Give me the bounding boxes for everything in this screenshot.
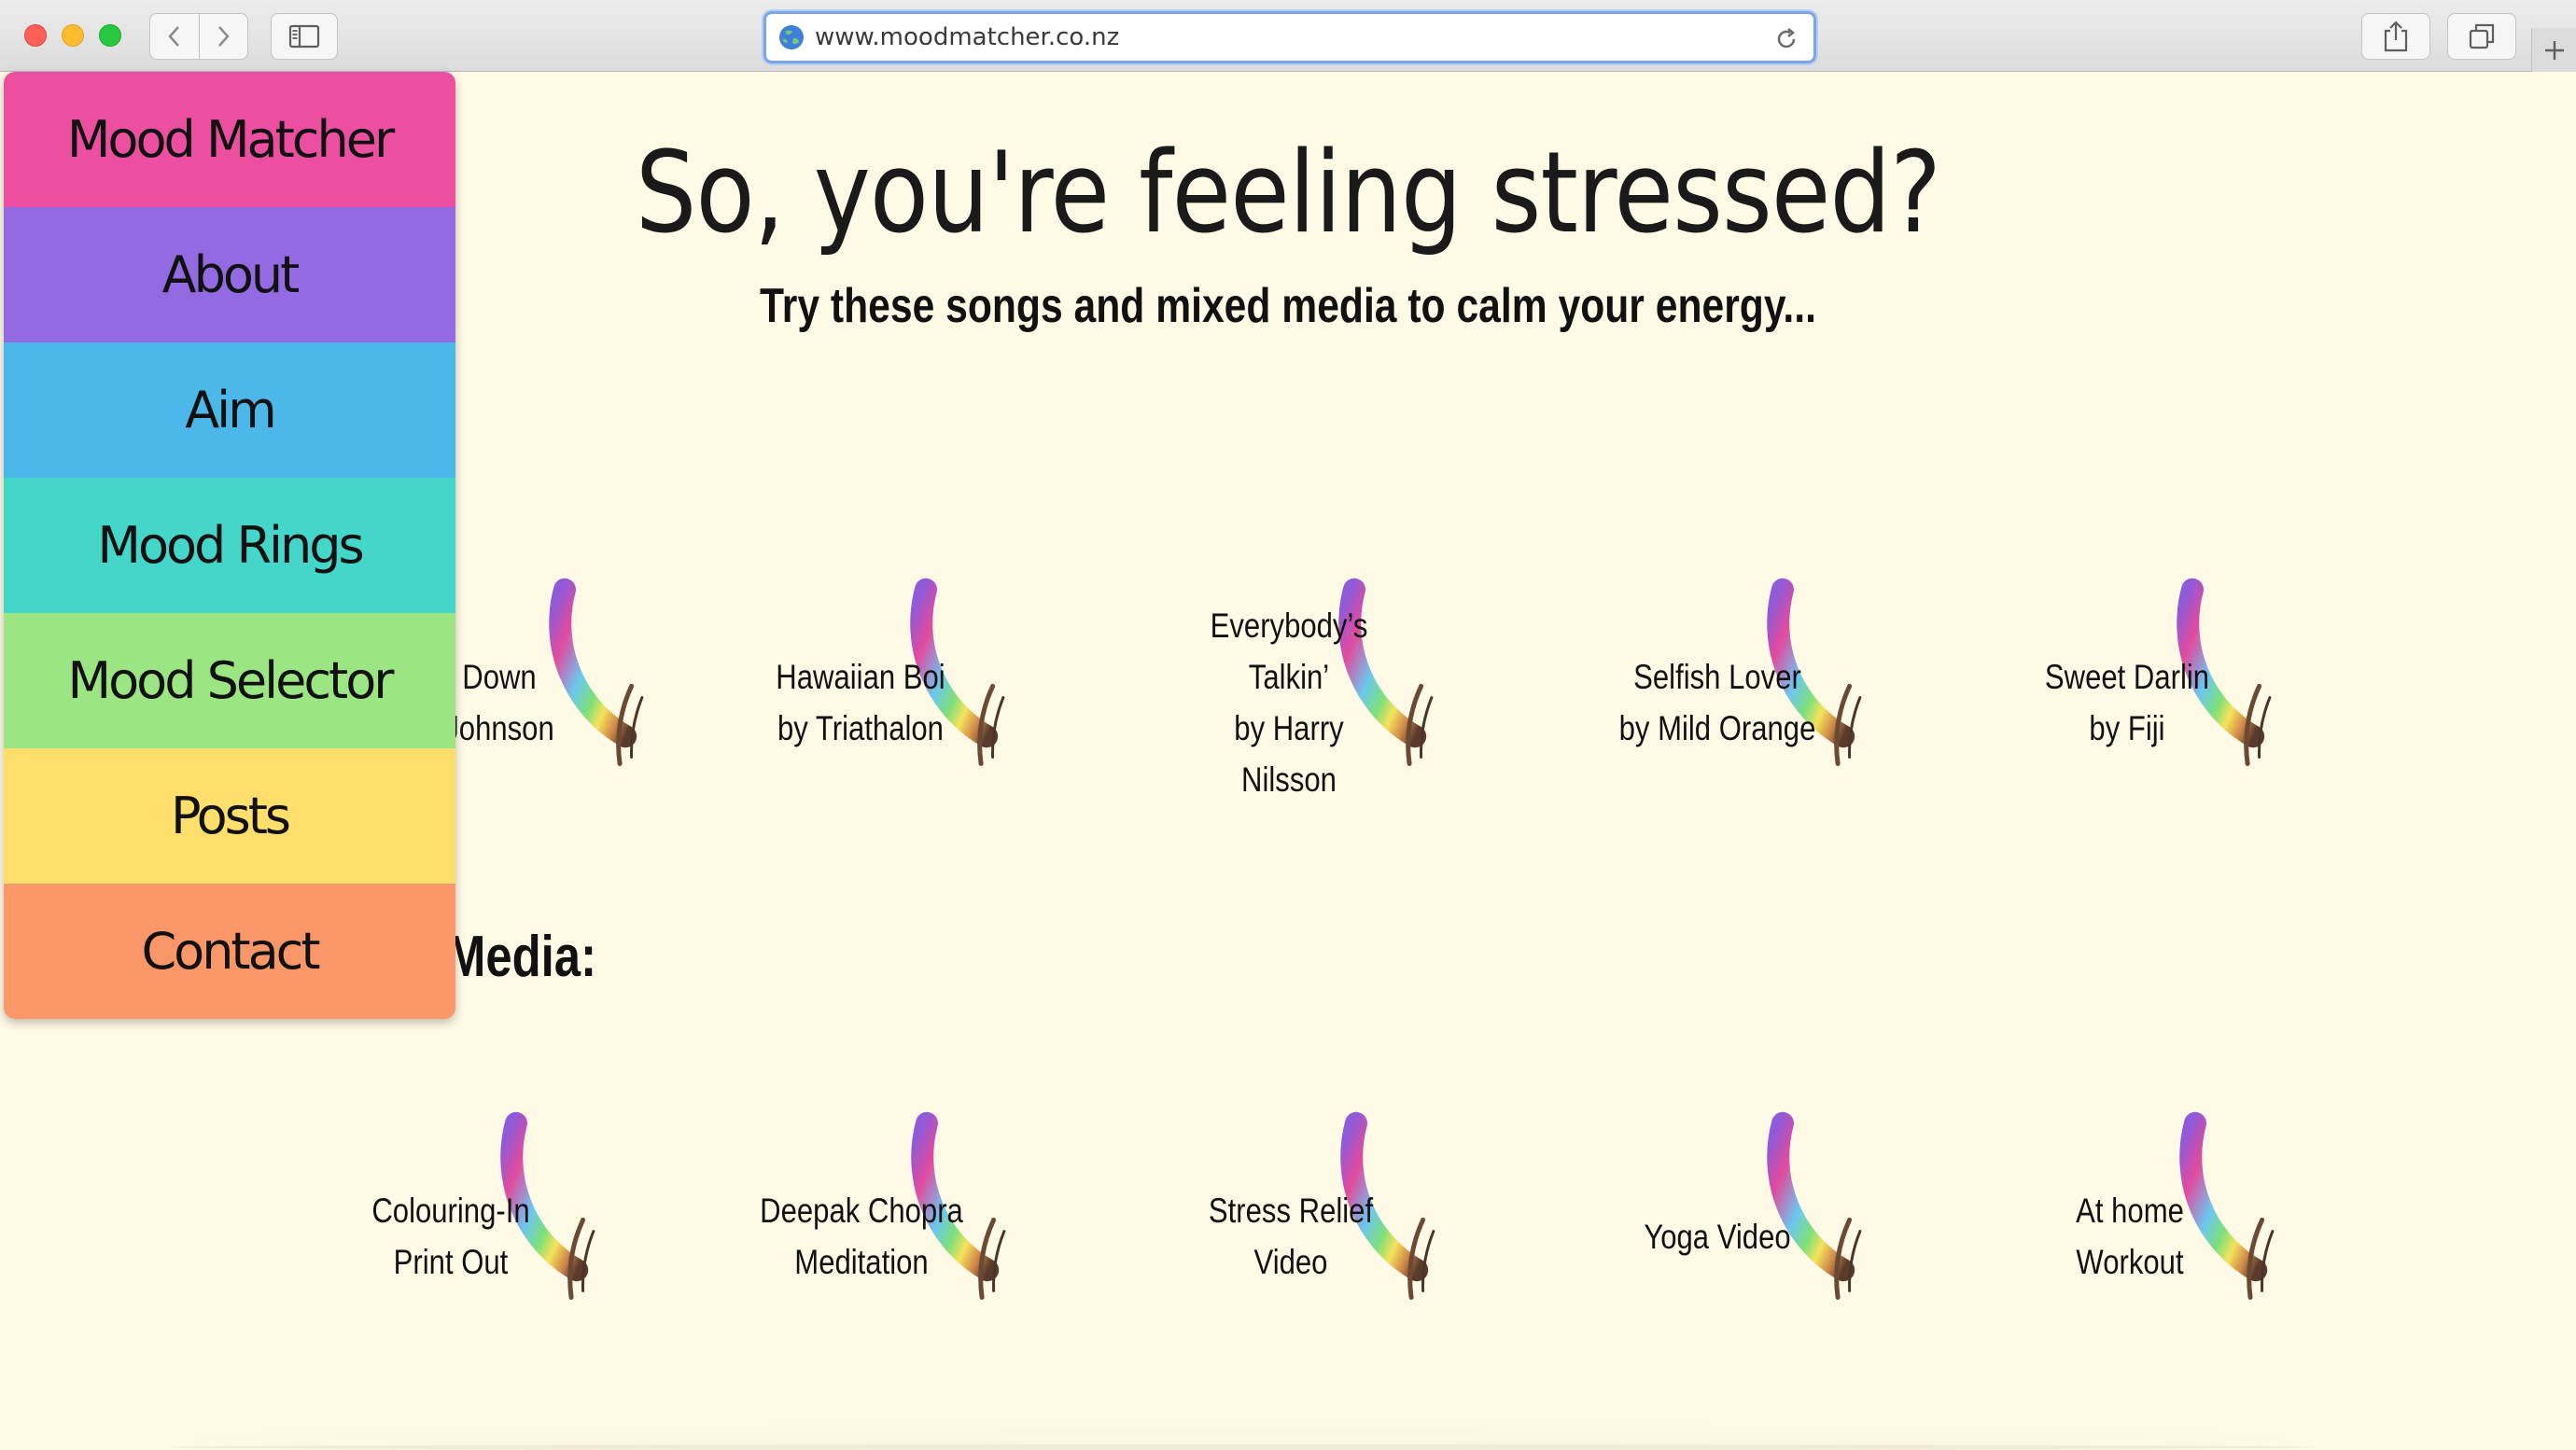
ring-label-line2: Video	[1253, 1243, 1328, 1281]
menu-item-mood-rings[interactable]: Mood Rings	[4, 478, 455, 613]
back-icon	[168, 26, 179, 47]
song-ring-5[interactable]: Sweet Darlin by Fiji	[1973, 549, 2281, 857]
ring-label: Selfish Lover by Mild Orange	[1612, 549, 1824, 857]
ring-label: Yoga Video	[1612, 1082, 1824, 1390]
ring-label-line1: Colouring-In	[371, 1192, 530, 1230]
ring-label-line1: At home	[2076, 1192, 2184, 1230]
ring-label: Hawaiian Boi by Triathalon	[755, 549, 967, 857]
ring-label: Sweet Darlin by Fiji	[2022, 549, 2233, 857]
menu-item-aim[interactable]: Aim	[4, 342, 455, 478]
forward-icon	[218, 26, 230, 47]
tabs-icon	[2469, 23, 2495, 49]
ring-label-line2: Johnson	[444, 709, 554, 747]
forward-button[interactable]	[198, 14, 248, 59]
ring-label-line1: Selfish Lover	[1633, 658, 1801, 696]
ring-label: Colouring-In Print Out	[345, 1082, 557, 1390]
ring-label-line2: by Fiji	[2089, 709, 2165, 747]
zoom-window-button[interactable]	[99, 24, 121, 47]
ring-label: Stress Relief Video	[1185, 1082, 1397, 1390]
share-icon	[2384, 21, 2408, 52]
ring-label-line2: Meditation	[794, 1243, 929, 1281]
reload-icon[interactable]	[1772, 25, 1800, 53]
back-button[interactable]	[150, 14, 199, 59]
ring-label-line2: Print Out	[393, 1243, 509, 1281]
ring-label-line1: Sweet Darlin	[2044, 658, 2210, 696]
menu-item-about[interactable]: About	[4, 207, 455, 342]
media-ring-4[interactable]: Yoga Video	[1563, 1082, 1871, 1390]
ring-label: Everybody’s Talkin’ by Harry Nilsson	[1183, 549, 1395, 857]
ring-label-line1: Yoga Video	[1644, 1217, 1791, 1256]
media-ring-1[interactable]: Colouring-In Print Out	[297, 1082, 605, 1390]
ring-label: Deepak Chopra Meditation	[756, 1082, 968, 1390]
tabs-overview-button[interactable]	[2447, 13, 2516, 60]
media-ring-2[interactable]: Deepak Chopra Meditation	[707, 1082, 1015, 1390]
page-title: So, you're feeling stressed?	[635, 129, 1941, 258]
ring-label-line1: Deepak Chopra	[760, 1192, 963, 1230]
address-bar[interactable]: www.moodmatcher.co.nz	[763, 11, 1816, 63]
url-text: www.moodmatcher.co.nz	[815, 23, 1120, 51]
song-ring-4[interactable]: Selfish Lover by Mild Orange	[1563, 549, 1871, 857]
song-ring-3[interactable]: Everybody’s Talkin’ by Harry Nilsson	[1135, 549, 1443, 857]
menu-item-mood-matcher[interactable]: Mood Matcher	[4, 72, 455, 207]
side-menu: Mood Matcher About Aim Mood Rings Mood Selec…	[4, 72, 455, 1019]
media-ring-3[interactable]: Stress Relief Video	[1137, 1082, 1445, 1390]
menu-item-contact[interactable]: Contact	[4, 884, 455, 1019]
ring-label: At home Workout	[2024, 1082, 2236, 1390]
page-bottom-shadow	[168, 1444, 2315, 1450]
media-section-label: Media:	[446, 925, 597, 989]
ring-label-line1: Down	[462, 658, 537, 696]
browser-toolbar: www.moodmatcher.co.nz	[0, 0, 2576, 72]
sidebar-icon	[288, 24, 320, 49]
ring-label-line1: Stress Relief	[1208, 1192, 1374, 1230]
ring-label-line2: by Triathalon	[777, 709, 944, 747]
plus-icon	[2544, 40, 2564, 60]
ring-label-line1: Hawaiian Boi	[776, 658, 945, 696]
menu-item-mood-selector[interactable]: Mood Selector	[4, 613, 455, 748]
new-tab-button[interactable]	[2531, 28, 2576, 72]
page-subtitle: Try these songs and mixed media to calm …	[760, 279, 1816, 333]
menu-item-posts[interactable]: Posts	[4, 748, 455, 884]
globe-icon	[779, 25, 804, 49]
song-ring-2[interactable]: Hawaiian Boi by Triathalon	[707, 549, 1015, 857]
ring-label-line1: Everybody’s Talkin’	[1210, 606, 1368, 696]
ring-label-line2: by Mild Orange	[1618, 709, 1816, 747]
minimize-window-button[interactable]	[62, 24, 84, 47]
sidebar-button[interactable]	[271, 13, 338, 60]
history-nav	[149, 13, 248, 60]
share-button[interactable]	[2361, 13, 2430, 60]
ring-label-line2: Workout	[2076, 1243, 2184, 1281]
media-ring-5[interactable]: At home Workout	[1976, 1082, 2284, 1390]
ring-label-line2: by Harry Nilsson	[1234, 709, 1344, 799]
close-window-button[interactable]	[24, 24, 47, 47]
